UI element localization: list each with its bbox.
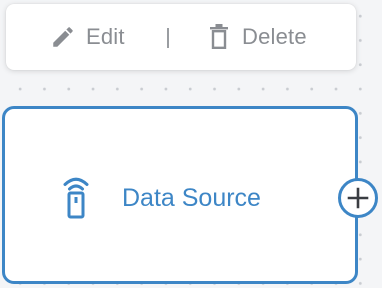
add-node-button[interactable] <box>338 178 378 218</box>
delete-button[interactable]: Delete <box>206 4 307 70</box>
toolbar-divider <box>167 28 169 48</box>
plus-icon <box>346 186 370 210</box>
data-source-node[interactable]: Data Source <box>2 106 358 284</box>
trash-icon <box>206 23 232 51</box>
node-label: Data Source <box>122 184 261 212</box>
delete-label: Delete <box>242 24 307 49</box>
edit-button[interactable]: Edit <box>50 4 125 70</box>
node-action-toolbar: Edit Delete <box>6 4 356 70</box>
pencil-icon <box>50 24 76 50</box>
edit-label: Edit <box>86 24 125 49</box>
remote-signal-icon <box>59 173 93 224</box>
